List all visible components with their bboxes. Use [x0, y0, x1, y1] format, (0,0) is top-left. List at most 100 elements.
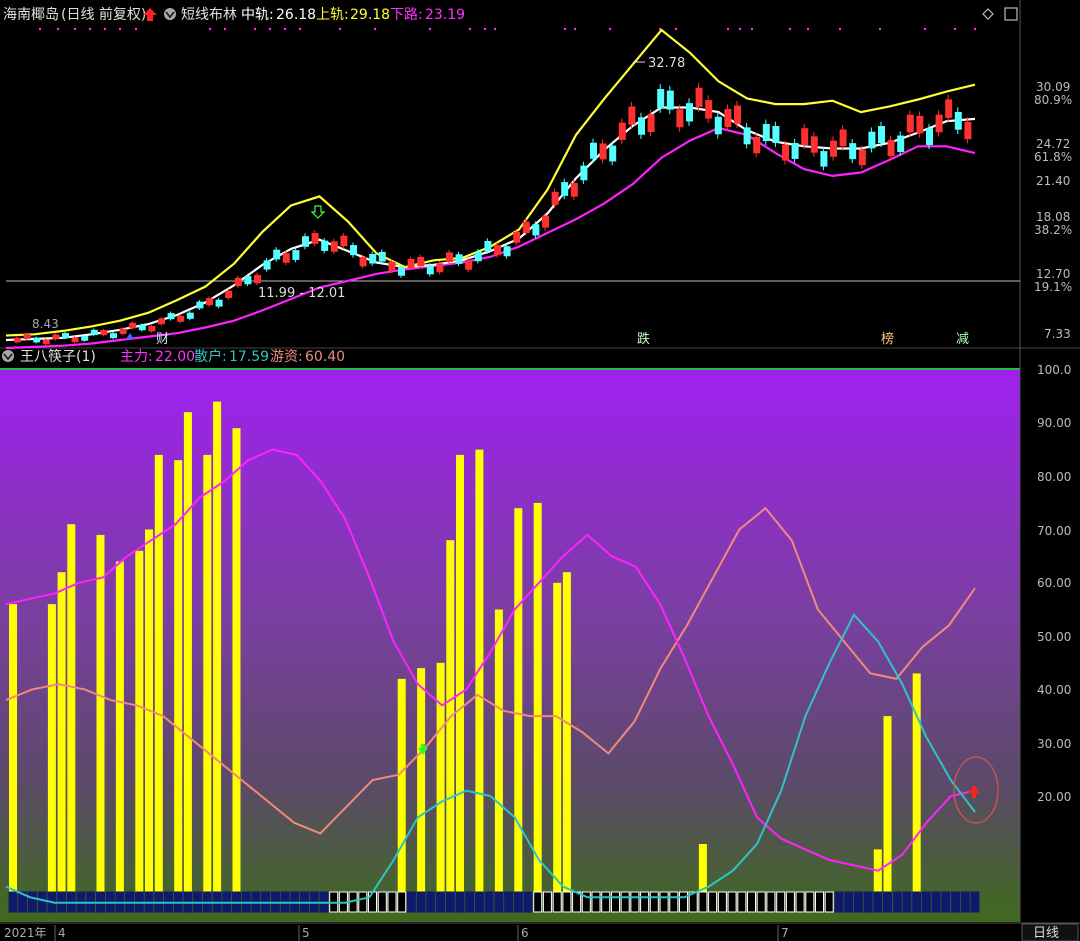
- event-marker-list[interactable]: 榜: [881, 331, 894, 347]
- candle-body: [474, 251, 482, 262]
- base-box: [951, 891, 961, 913]
- candle-body: [609, 145, 617, 162]
- base-box: [776, 891, 786, 913]
- candle-body: [292, 250, 300, 260]
- base-box: [785, 891, 795, 913]
- candle-body: [695, 87, 703, 107]
- price-tick-label: 18.08: [1036, 210, 1070, 224]
- base-box: [892, 891, 902, 913]
- lower-band-line: [5, 126, 976, 350]
- base-box: [368, 891, 377, 913]
- candle-body: [638, 117, 645, 135]
- indicator-tick-label: 70.00: [1037, 524, 1071, 538]
- price-pct-label: 38.2%: [1034, 223, 1072, 237]
- diamond-icon[interactable]: [982, 8, 994, 20]
- x-tick-label: 6: [521, 926, 529, 940]
- candle-body: [186, 312, 194, 319]
- candle-body: [810, 136, 818, 153]
- signal-dot: [283, 27, 287, 31]
- event-marker-finance[interactable]: 财: [156, 332, 169, 347]
- base-box: [445, 891, 455, 913]
- base-box: [834, 891, 844, 913]
- indicator-bar: [446, 540, 455, 908]
- indicator-title: 短线布林: [181, 7, 237, 23]
- base-box: [853, 891, 863, 913]
- candle-body: [196, 301, 204, 309]
- candle-body: [724, 109, 732, 127]
- indicator-name: 王八筷子(1): [20, 348, 96, 365]
- candle-body: [426, 265, 434, 275]
- signal-dot: [923, 27, 927, 31]
- stock-chart[interactable]: 海南椰岛 (日线 前复权) 短线布林 中轨: 26.18 上轨: 29.18 下…: [0, 0, 1080, 941]
- base-box: [960, 891, 970, 913]
- price-tick-label: 30.09: [1036, 80, 1070, 94]
- indicator-tick-label: 60.00: [1037, 576, 1071, 590]
- candle-body: [897, 135, 905, 153]
- event-marker-fall[interactable]: 跌: [637, 331, 650, 347]
- base-box: [397, 891, 407, 913]
- indicator-tick-label: 30.00: [1037, 737, 1071, 751]
- candlesticks[interactable]: [14, 82, 972, 346]
- candle-body: [110, 333, 117, 339]
- base-box: [727, 891, 737, 913]
- mid-value: 26.18: [276, 7, 316, 23]
- candle-body: [350, 245, 357, 256]
- base-box: [27, 891, 37, 913]
- base-box: [669, 891, 679, 913]
- candle-body: [330, 241, 338, 252]
- maximize-icon[interactable]: [1004, 7, 1018, 21]
- main-label: 主力:: [120, 349, 153, 365]
- base-box: [533, 891, 543, 913]
- candle-body: [820, 151, 828, 167]
- candle-body: [628, 106, 636, 125]
- signal-dot: [208, 27, 212, 31]
- base-box: [572, 891, 582, 913]
- price-pct-label: 80.9%: [1034, 93, 1072, 107]
- candle-body: [244, 276, 252, 285]
- price-tick-label: 7.33: [1044, 327, 1071, 341]
- period-button-label[interactable]: 日线: [1033, 926, 1059, 941]
- candle-body: [772, 126, 780, 143]
- candle-body: [954, 111, 962, 130]
- retail-value: 17.59: [229, 349, 269, 365]
- signal-dot: [268, 27, 272, 31]
- indicator-bar: [475, 449, 484, 908]
- price-pct-label: 19.1%: [1034, 280, 1072, 294]
- indicator-bar: [9, 604, 17, 908]
- signal-dot: [428, 27, 432, 31]
- candle-body: [945, 99, 953, 118]
- price-axis: 30.09 80.9% 24.72 61.8% 21.40 18.08 38.2…: [1034, 80, 1072, 341]
- indicator-bar: [213, 401, 222, 908]
- indicator-bar: [397, 678, 406, 908]
- candle-body: [215, 299, 223, 307]
- mid-label: 中轨:: [241, 7, 274, 23]
- base-box: [37, 891, 47, 913]
- indicator-bar: [57, 572, 66, 908]
- candle-body: [321, 240, 329, 251]
- candle-body: [455, 254, 463, 264]
- upper-label: 上轨:: [316, 7, 349, 23]
- candle-body: [484, 240, 492, 252]
- candle-body: [791, 142, 799, 159]
- event-marker-reduce[interactable]: 减: [956, 332, 969, 347]
- candle-body: [734, 105, 741, 124]
- base-box: [844, 891, 854, 913]
- signal-dot: [878, 27, 882, 31]
- indicator-bar: [456, 454, 464, 908]
- indicator-bar: [514, 508, 523, 908]
- base-box: [416, 891, 426, 913]
- candle-body: [868, 131, 876, 149]
- signal-dot: [838, 27, 842, 31]
- price-tick-label: 21.40: [1036, 174, 1070, 188]
- candle-body: [705, 100, 713, 119]
- base-box: [737, 891, 747, 913]
- price-panel: 海南椰岛 (日线 前复权) 短线布林 中轨: 26.18 上轨: 29.18 下…: [0, 0, 1080, 350]
- indicator-tick-label: 50.00: [1037, 630, 1071, 644]
- candle-body: [263, 260, 271, 270]
- candle-body: [436, 263, 444, 273]
- candle-body: [666, 90, 674, 110]
- x-tick-label: 4: [58, 926, 66, 940]
- candle-body: [225, 290, 233, 299]
- candle-body: [647, 114, 655, 132]
- signal-dot: [750, 27, 754, 31]
